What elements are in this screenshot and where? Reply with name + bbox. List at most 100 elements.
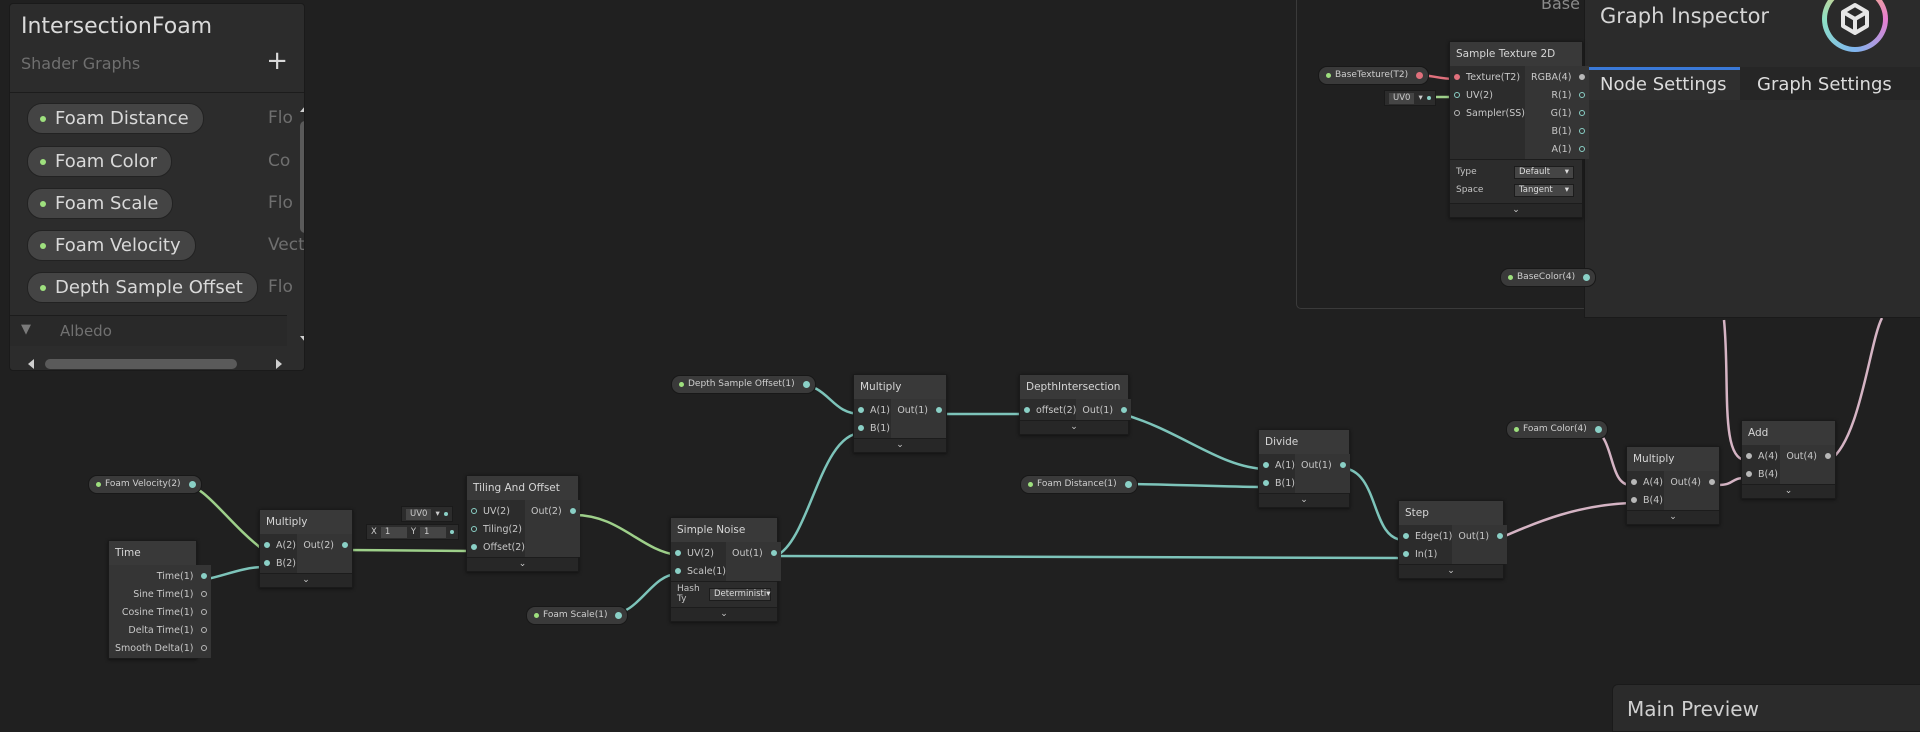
tiling-x-field[interactable]: 1	[380, 526, 407, 538]
port-out[interactable]: Out(1)	[1295, 457, 1350, 475]
port-rgba[interactable]: RGBA(4)	[1525, 69, 1589, 87]
node-divide[interactable]: Divide A(1) B(1) Out(1) ⌄	[1258, 429, 1350, 508]
tab-node-settings[interactable]: Node Settings	[1585, 67, 1740, 100]
wire-tiling-noise	[573, 513, 678, 557]
port-r[interactable]: R(1)	[1525, 87, 1589, 105]
expand-chevron-icon[interactable]: ⌄	[1450, 203, 1582, 217]
port-out[interactable]: Out(4)	[1664, 474, 1719, 492]
expand-chevron-icon[interactable]: ⌄	[1399, 564, 1503, 578]
main-preview-panel[interactable]: Main Preview	[1612, 684, 1920, 732]
property-depth-sample-offset[interactable]: Depth Sample Offset	[27, 272, 258, 303]
sample-uv-dropdown[interactable]: UV0 ▾	[1384, 90, 1436, 106]
node-step[interactable]: Step Edge(1) In(1) Out(1) ⌄	[1398, 500, 1508, 579]
port-uv[interactable]: UV(2)	[671, 545, 726, 563]
port-edge[interactable]: Edge(1)	[1399, 528, 1452, 546]
port-b[interactable]: B(2)	[260, 555, 297, 573]
port-uv[interactable]: UV(2)	[467, 503, 525, 521]
port-b[interactable]: B(4)	[1627, 492, 1664, 510]
tab-graph-settings[interactable]: Graph Settings	[1740, 67, 1920, 100]
port-offset[interactable]: offset(2)	[1020, 402, 1076, 420]
expand-chevron-icon[interactable]: ⌄	[1259, 493, 1349, 507]
port-in[interactable]: In(1)	[1399, 546, 1452, 564]
horizontal-scrollbar[interactable]	[26, 356, 284, 370]
node-time[interactable]: Time Time(1) Sine Time(1) Cosine Time(1)…	[108, 540, 212, 659]
property-node-base-color[interactable]: BaseColor(4)	[1500, 268, 1597, 287]
port-smooth-delta[interactable]: Smooth Delta(1)	[109, 640, 211, 658]
inspector-title: Graph Inspector	[1600, 4, 1770, 28]
property-node-depth-sample-offset[interactable]: Depth Sample Offset(1)	[671, 375, 816, 394]
uv-channel-dropdown[interactable]: UV0 ▾	[401, 506, 453, 522]
property-foam-color[interactable]: Foam Color	[27, 146, 173, 177]
port-a[interactable]: A(1)	[1259, 457, 1295, 475]
expand-chevron-icon[interactable]: ⌄	[1742, 484, 1835, 498]
port-out[interactable]: Out(2)	[297, 537, 352, 555]
property-node-foam-color[interactable]: Foam Color(4)	[1506, 420, 1608, 439]
hash-type-dropdown[interactable]: Deterministi ▾	[709, 587, 771, 601]
property-node-base-texture[interactable]: BaseTexture(T2)	[1318, 66, 1430, 85]
expand-chevron-icon[interactable]: ⌄	[260, 573, 352, 587]
property-type: Flo	[268, 277, 293, 297]
node-multiply[interactable]: Multiply A(1) B(1) Out(1) ⌄	[853, 374, 947, 453]
expand-chevron-icon[interactable]: ⌄	[1627, 510, 1719, 524]
wire-noise-step	[775, 554, 1405, 560]
collapse-arrow-icon[interactable]: ▼	[21, 322, 31, 337]
port-uv[interactable]: UV(2)	[1450, 87, 1525, 105]
space-dropdown[interactable]: Tangent ▾	[1514, 183, 1574, 197]
port-out[interactable]: Out(1)	[1076, 402, 1131, 420]
tiling-input[interactable]: X1Y1	[366, 524, 460, 540]
port-out[interactable]: Out(2)	[525, 503, 580, 521]
port-a[interactable]: A(2)	[260, 537, 297, 555]
port-g[interactable]: G(1)	[1525, 105, 1589, 123]
node-simple-noise[interactable]: Simple Noise UV(2) Scale(1) Out(1) Hash …	[670, 517, 781, 622]
vertical-scrollbar[interactable]	[297, 104, 304, 344]
expand-chevron-icon[interactable]: ⌄	[854, 438, 946, 452]
port-b[interactable]: B(1)	[1259, 475, 1295, 493]
node-depth-intersection[interactable]: DepthIntersection offset(2) Out(1) ⌄	[1019, 374, 1132, 435]
graph-subtitle: Shader Graphs	[21, 54, 141, 73]
port-b[interactable]: B(4)	[1742, 466, 1780, 484]
add-property-button[interactable]: +	[266, 48, 288, 74]
category-label: Albedo	[60, 322, 112, 340]
port-sampler[interactable]: Sampler(SS)	[1450, 105, 1525, 123]
port-time[interactable]: Time(1)	[109, 568, 211, 586]
port-offset[interactable]: Offset(2)	[467, 539, 525, 557]
port-cosine-time[interactable]: Cosine Time(1)	[109, 604, 211, 622]
category-albedo[interactable]: ▼ Albedo	[10, 315, 287, 346]
port-b[interactable]: B(1)	[1525, 123, 1589, 141]
property-node-foam-distance[interactable]: Foam Distance(1)	[1020, 475, 1138, 494]
port-texture[interactable]: Texture(T2)	[1450, 69, 1525, 87]
port-delta-time[interactable]: Delta Time(1)	[109, 622, 211, 640]
port-scale[interactable]: Scale(1)	[671, 563, 726, 581]
property-foam-scale[interactable]: Foam Scale	[27, 188, 174, 219]
property-foam-distance[interactable]: Foam Distance	[27, 103, 204, 134]
port-a[interactable]: A(4)	[1742, 448, 1780, 466]
port-out[interactable]: Out(4)	[1780, 448, 1835, 466]
node-sample-texture-2d[interactable]: Sample Texture 2D Texture(T2) UV(2) Samp…	[1449, 41, 1590, 218]
port-sine-time[interactable]: Sine Time(1)	[109, 586, 211, 604]
wire-add-out	[1829, 317, 1884, 462]
property-node-foam-velocity[interactable]: Foam Velocity(2)	[88, 475, 202, 494]
node-tiling-and-offset[interactable]: Tiling And Offset UV(2) Tiling(2) Offset…	[466, 475, 580, 572]
property-foam-velocity[interactable]: Foam Velocity	[27, 230, 196, 261]
property-node-foam-scale[interactable]: Foam Scale(1)	[526, 606, 629, 625]
expand-chevron-icon[interactable]: ⌄	[1020, 420, 1128, 434]
expand-chevron-icon[interactable]: ⌄	[671, 607, 777, 621]
port-out[interactable]: Out(1)	[1452, 528, 1507, 546]
port-a[interactable]: A(1)	[854, 402, 891, 420]
port-b[interactable]: B(1)	[854, 420, 891, 438]
node-multiply[interactable]: Multiply A(2) B(2) Out(2) ⌄	[259, 509, 353, 588]
property-type: Flo	[268, 193, 293, 213]
port-a[interactable]: A(1)	[1525, 141, 1589, 159]
port-a[interactable]: A(4)	[1627, 474, 1664, 492]
property-type: Co	[268, 151, 291, 171]
tiling-y-field[interactable]: 1	[420, 526, 447, 538]
type-dropdown[interactable]: Default ▾	[1514, 165, 1574, 179]
expand-chevron-icon[interactable]: ⌄	[467, 557, 578, 571]
node-multiply[interactable]: Multiply A(4) B(4) Out(4) ⌄	[1626, 446, 1720, 525]
port-tiling[interactable]: Tiling(2)	[467, 521, 525, 539]
blackboard-panel: IntersectionFoam Shader Graphs + Foam Di…	[9, 3, 305, 371]
port-out[interactable]: Out(1)	[726, 545, 781, 563]
node-add[interactable]: Add A(4) B(4) Out(4) ⌄	[1741, 420, 1836, 499]
wire-depth-divide	[1121, 412, 1267, 471]
port-out[interactable]: Out(1)	[891, 402, 946, 420]
